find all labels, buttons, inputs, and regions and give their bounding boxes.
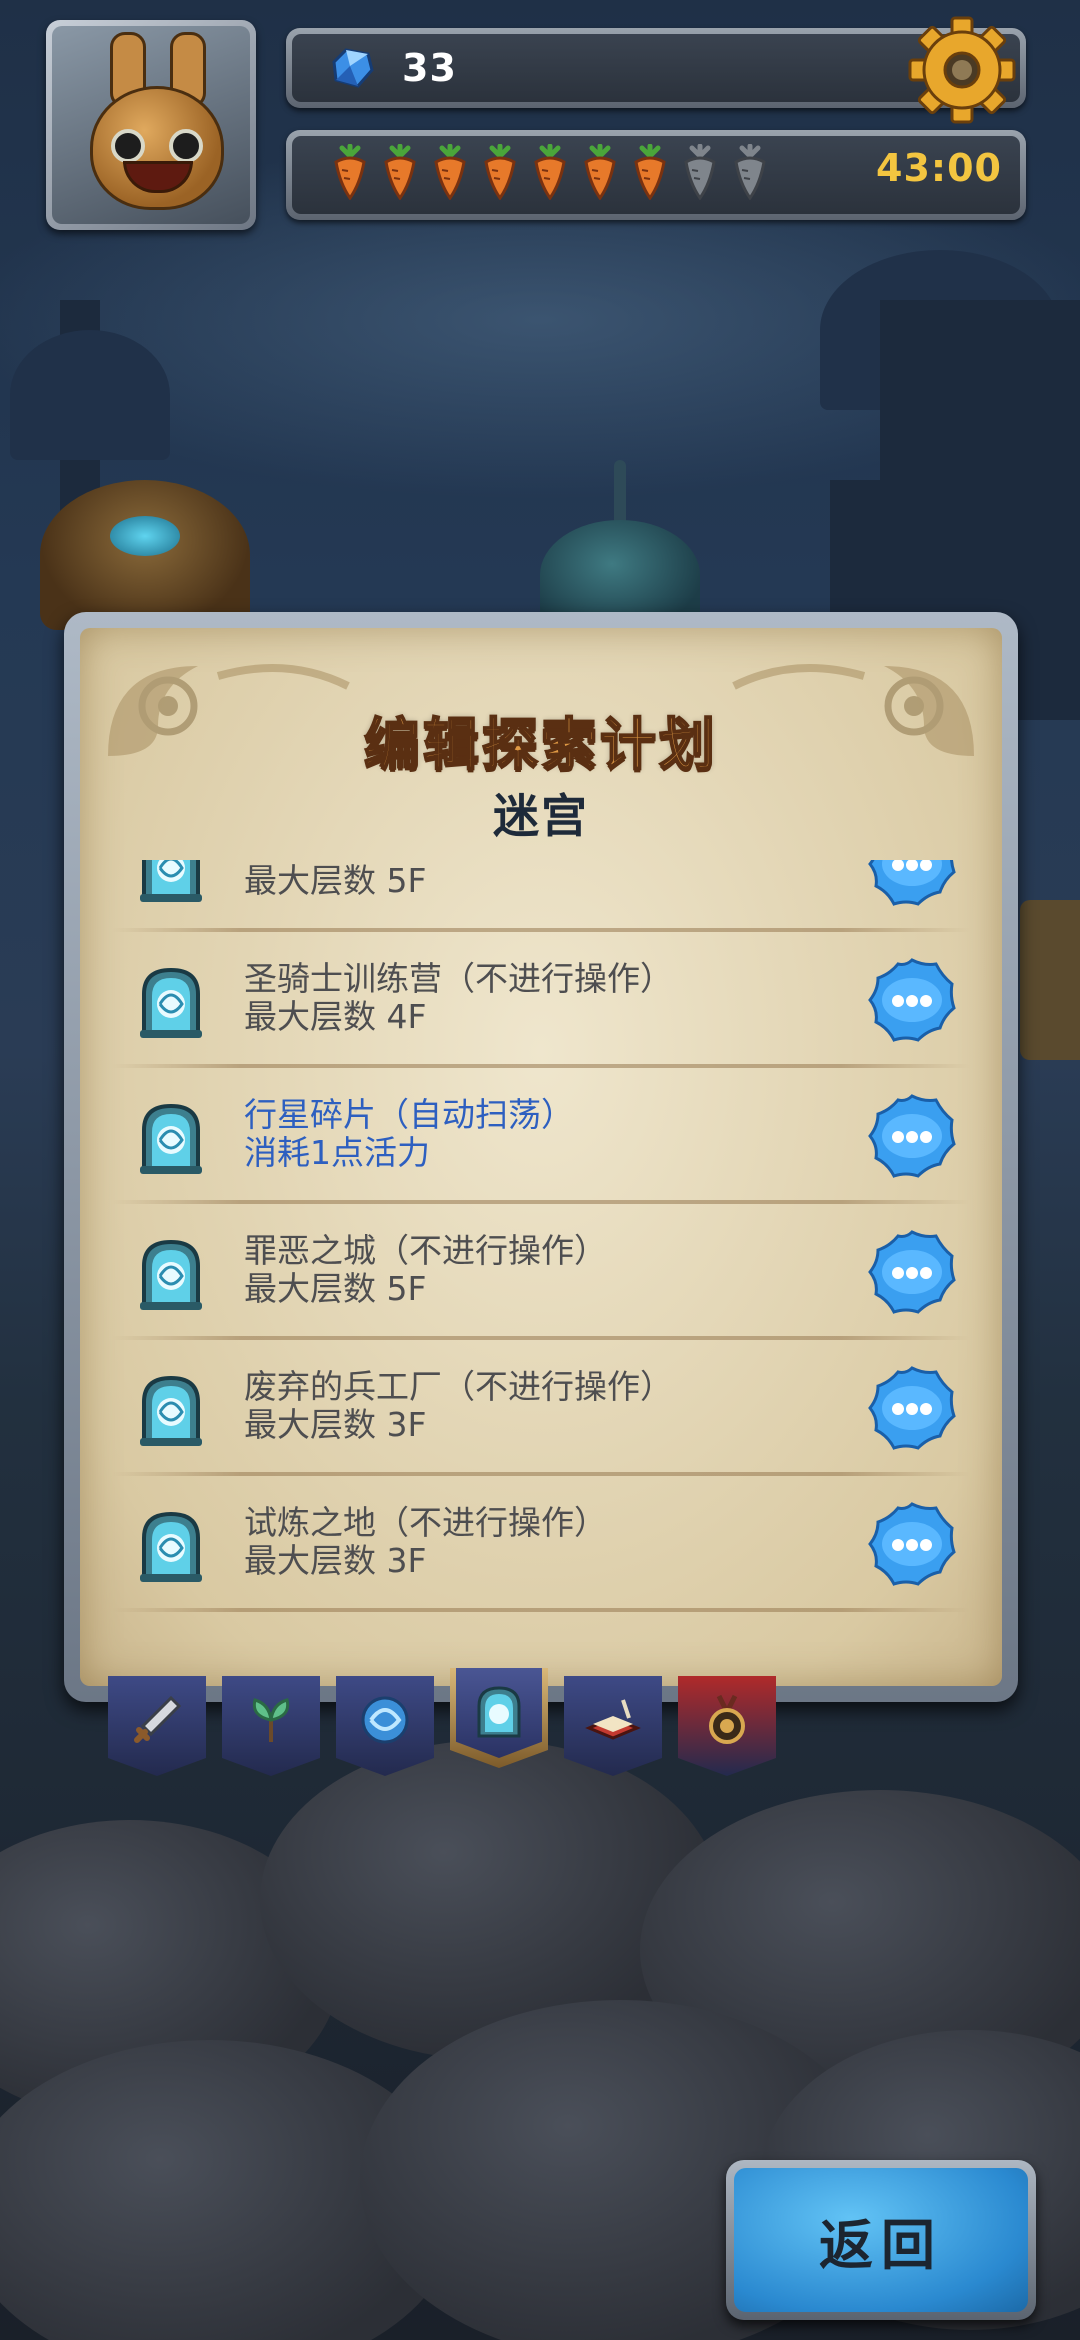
sword-icon — [134, 1695, 182, 1743]
portal-icon — [140, 1375, 202, 1446]
plan-row[interactable]: 行星碎片（自动扫荡） 消耗1点活力 — [102, 1070, 980, 1204]
portal-icon — [140, 860, 202, 902]
plan-detail: 最大层数 5F — [244, 1269, 427, 1308]
tab-book[interactable] — [564, 1676, 662, 1776]
plan-detail: 最大层数 5F — [244, 861, 427, 900]
tab-sword[interactable] — [108, 1676, 206, 1776]
category-tabs — [108, 1668, 788, 1786]
carrot-empty-icon — [678, 143, 722, 201]
robot-eye — [111, 129, 145, 163]
portal-icon — [140, 1103, 202, 1174]
back-button-label: 返回 — [819, 2213, 943, 2277]
plan-name: 废弃的兵工厂（不进行操作） — [244, 1367, 673, 1406]
background-mechanism — [1020, 900, 1080, 1060]
carrot-full-icon — [528, 143, 572, 201]
robot-rabbit-icon — [90, 86, 224, 210]
explore-plan-dialog: 编辑探索计划 迷宫 哈文的实验室（不进行操作）最大层数 5F 圣骑士训练营（不进行… — [64, 612, 1018, 1702]
plan-text: 废弃的兵工厂（不进行操作） 最大层数 3F — [244, 1368, 673, 1444]
portal-icon — [477, 1686, 521, 1738]
plan-name: 试炼之地（不进行操作） — [244, 1503, 607, 1542]
carrot-full-icon — [478, 143, 522, 201]
settings-gear-icon[interactable] — [906, 14, 1018, 126]
robot-eye — [169, 129, 203, 163]
tab-portal[interactable] — [450, 1668, 548, 1768]
orb-icon — [361, 1696, 409, 1744]
plan-detail: 最大层数 4F — [244, 997, 427, 1036]
carrot-full-icon — [328, 143, 372, 201]
plan-list[interactable]: 哈文的实验室（不进行操作）最大层数 5F 圣骑士训练营（不进行操作）最大层数 4F… — [102, 860, 980, 1652]
carrot-full-icon — [628, 143, 672, 201]
row-divider — [112, 1064, 970, 1068]
portal-icon — [140, 967, 202, 1038]
plan-text: 圣骑士训练营（不进行操作） 最大层数 4F — [244, 960, 673, 1036]
background-machine — [40, 480, 250, 630]
plan-detail: 最大层数 3F — [244, 1405, 427, 1444]
gem-count: 33 — [402, 46, 457, 90]
row-divider — [112, 1608, 970, 1612]
carrot-full-icon — [378, 143, 422, 201]
back-button[interactable]: 返回 — [726, 2160, 1036, 2320]
more-options-button[interactable] — [866, 1364, 958, 1456]
more-options-button[interactable] — [866, 1228, 958, 1320]
player-avatar[interactable] — [46, 20, 256, 230]
stamina-bar: 43:00 — [286, 130, 1026, 220]
plan-row[interactable]: 废弃的兵工厂（不进行操作） 最大层数 3F — [102, 1342, 980, 1476]
carrot-stamina-row — [328, 143, 772, 201]
row-divider — [112, 1336, 970, 1340]
plan-detail: 消耗1点活力 — [244, 1133, 430, 1172]
row-divider — [112, 1472, 970, 1476]
plan-name: 罪恶之城（不进行操作） — [244, 1231, 607, 1270]
plan-row[interactable]: 罪恶之城（不进行操作） 最大层数 5F — [102, 1206, 980, 1340]
plan-text: 哈文的实验室（不进行操作）最大层数 5F — [244, 860, 673, 900]
plan-row[interactable]: 圣骑士训练营（不进行操作） 最大层数 4F — [102, 934, 980, 1068]
plan-detail: 最大层数 3F — [244, 1541, 427, 1580]
carrot-full-icon — [428, 143, 472, 201]
carrot-full-icon — [578, 143, 622, 201]
portal-icon — [140, 1239, 202, 1310]
more-options-button[interactable] — [866, 1092, 958, 1184]
background-dome — [10, 330, 170, 460]
tab-herb[interactable] — [222, 1676, 320, 1776]
robot-mouth — [123, 161, 193, 193]
row-divider — [112, 1200, 970, 1204]
stamina-timer: 43:00 — [876, 146, 1002, 190]
medal-icon — [709, 1694, 745, 1744]
book-icon — [585, 1699, 641, 1740]
portal-icon — [140, 1511, 202, 1582]
more-options-button[interactable] — [866, 1500, 958, 1592]
parchment-panel: 编辑探索计划 迷宫 哈文的实验室（不进行操作）最大层数 5F 圣骑士训练营（不进行… — [80, 628, 1002, 1686]
plan-text: 罪恶之城（不进行操作） 最大层数 5F — [244, 1232, 607, 1308]
tab-orb[interactable] — [336, 1676, 434, 1776]
plan-text: 试炼之地（不进行操作） 最大层数 3F — [244, 1504, 607, 1580]
plan-row[interactable]: 哈文的实验室（不进行操作）最大层数 5F — [102, 860, 980, 932]
plan-name: 行星碎片（自动扫荡） — [244, 1095, 574, 1134]
herb-icon — [252, 1698, 290, 1742]
plan-row[interactable]: 试炼之地（不进行操作） 最大层数 3F — [102, 1478, 980, 1612]
more-options-button[interactable] — [866, 860, 958, 912]
row-divider — [112, 928, 970, 932]
more-options-button[interactable] — [866, 956, 958, 1048]
tab-medal[interactable] — [678, 1676, 776, 1776]
dialog-subtitle: 迷宫 — [493, 789, 589, 843]
plan-name: 圣骑士训练营（不进行操作） — [244, 959, 673, 998]
gem-icon — [332, 48, 374, 88]
dialog-title: 编辑探索计划 — [363, 712, 718, 779]
carrot-empty-icon — [728, 143, 772, 201]
plan-text: 行星碎片（自动扫荡） 消耗1点活力 — [244, 1096, 574, 1172]
avatar-portrait — [52, 26, 250, 224]
